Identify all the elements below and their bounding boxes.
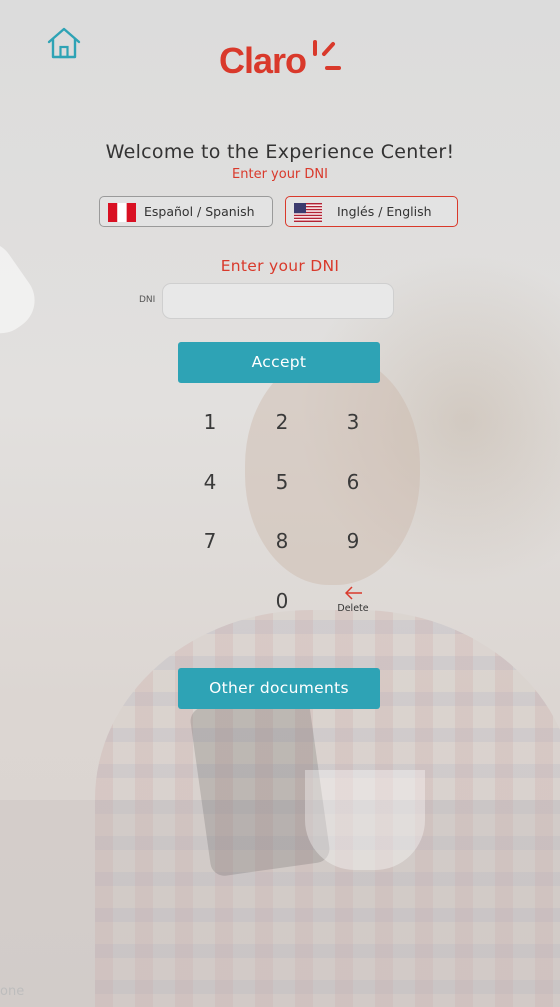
accept-button[interactable]: Accept (178, 342, 380, 383)
lamp-shape (0, 229, 47, 346)
logo-text: Claro (219, 40, 307, 81)
keypad-key-2[interactable]: 2 (252, 400, 312, 444)
language-spanish-button[interactable]: Español / Spanish (99, 196, 273, 227)
keypad-key-3[interactable]: 3 (323, 400, 383, 444)
cup-shape (305, 770, 425, 870)
home-button[interactable] (46, 25, 82, 61)
keypad-key-5[interactable]: 5 (252, 460, 312, 504)
dni-heading: Enter your DNI (220, 257, 340, 275)
welcome-title: Welcome to the Experience Center! (105, 141, 455, 163)
keypad-key-7[interactable]: 7 (180, 519, 240, 563)
delete-button[interactable]: Delete (330, 584, 376, 618)
keypad-key-9[interactable]: 9 (323, 519, 383, 563)
other-documents-button[interactable]: Other documents (178, 668, 380, 709)
peru-flag-icon (108, 203, 136, 222)
logo-rays-icon (313, 40, 341, 70)
language-spanish-label: Español / Spanish (144, 204, 255, 219)
keypad-key-8[interactable]: 8 (252, 519, 312, 563)
dni-input[interactable] (162, 283, 394, 319)
language-english-label: Inglés / English (337, 204, 432, 219)
arrow-left-icon (345, 586, 362, 600)
delete-label: Delete (337, 603, 369, 614)
keypad-key-1[interactable]: 1 (180, 400, 240, 444)
dni-field-label: DNI (139, 295, 156, 305)
keypad-key-6[interactable]: 6 (323, 460, 383, 504)
welcome-subtitle: Enter your DNI (232, 167, 328, 182)
claro-logo: Claro (219, 40, 343, 88)
home-icon (47, 27, 81, 59)
language-english-button[interactable]: Inglés / English (285, 196, 458, 227)
keypad-key-0[interactable]: 0 (252, 579, 312, 623)
usa-flag-icon (294, 203, 322, 222)
keypad-key-4[interactable]: 4 (180, 460, 240, 504)
watermark-text: one (0, 984, 25, 999)
